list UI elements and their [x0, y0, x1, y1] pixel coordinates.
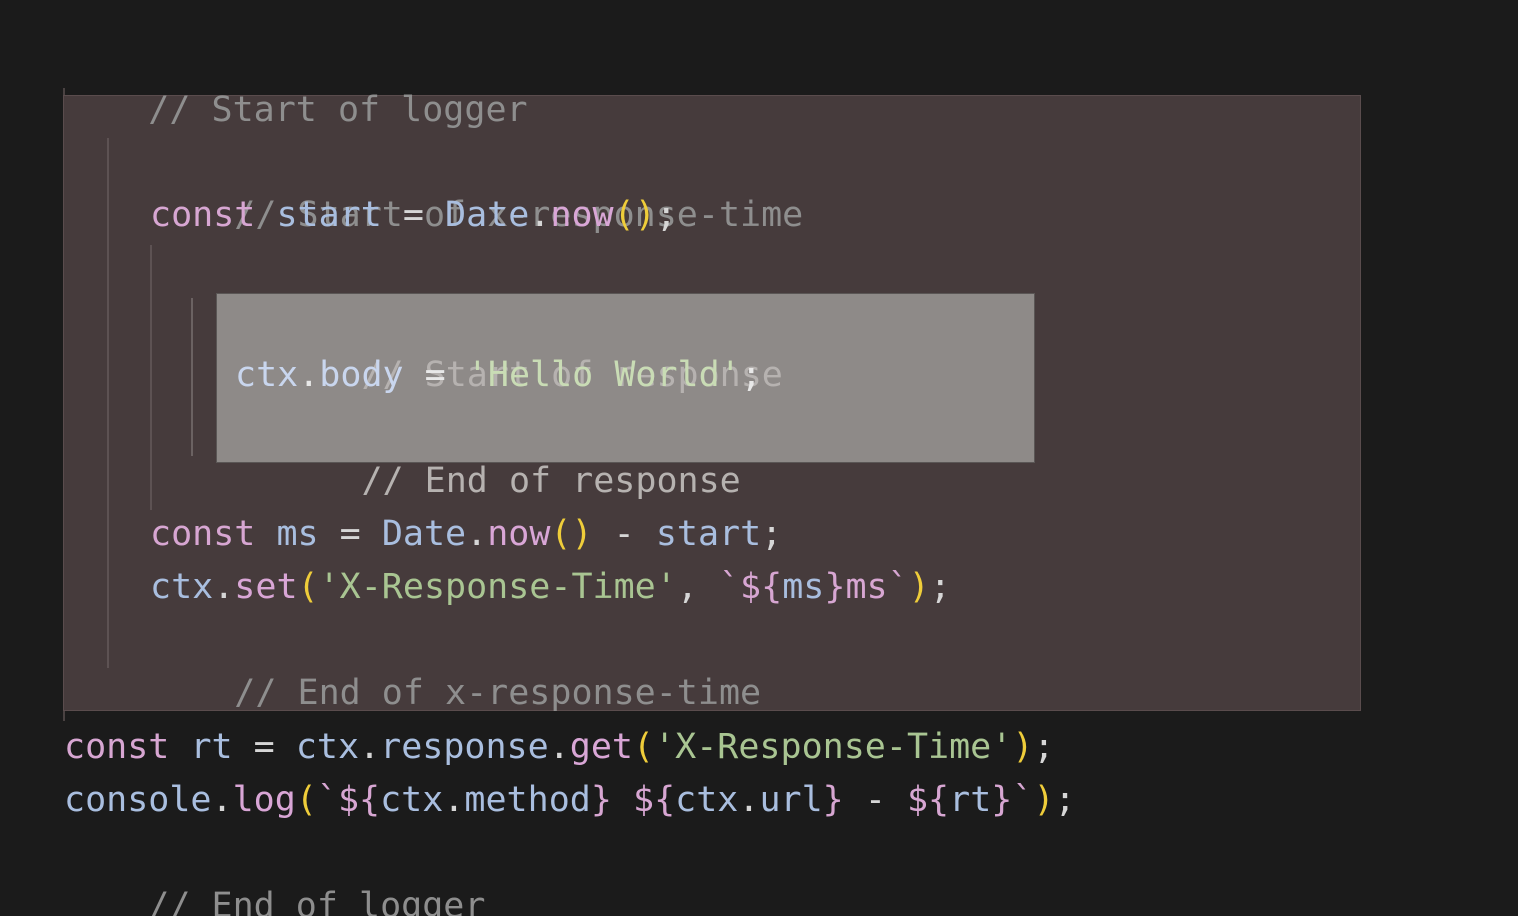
identifier: ms — [276, 514, 319, 554]
template-delimiter: ${ — [633, 780, 676, 820]
comment: // End of logger — [148, 886, 486, 916]
paren-open: ( — [297, 567, 319, 607]
punctuation: . — [529, 195, 551, 235]
indent-guide — [191, 298, 193, 456]
punctuation: . — [211, 780, 233, 820]
property: response — [380, 727, 549, 767]
string-literal: 'X-Response-Time' — [318, 567, 677, 607]
identifier: console — [64, 780, 212, 820]
property: body — [319, 355, 404, 395]
paren-close: ) — [908, 567, 930, 607]
code-line-7[interactable]: const ms = Date.now() - start; — [150, 508, 782, 561]
semicolon: ; — [1054, 780, 1076, 820]
code-line-12[interactable]: // End of logger — [64, 827, 485, 916]
code-line-2[interactable]: // Start of x-response-time — [150, 136, 803, 235]
punctuation: . — [213, 567, 235, 607]
punctuation: . — [443, 780, 465, 820]
property: url — [759, 780, 823, 820]
identifier: ctx — [675, 780, 739, 820]
paren-open: ( — [295, 780, 317, 820]
property: method — [464, 780, 591, 820]
code-line-6[interactable]: // End of response — [235, 402, 740, 501]
punctuation: . — [466, 514, 488, 554]
operator: = — [253, 727, 275, 767]
paren-close: ) — [1033, 780, 1055, 820]
function-name: get — [569, 727, 633, 767]
keyword: const — [150, 514, 256, 554]
identifier: Date — [445, 195, 530, 235]
identifier: ms — [782, 567, 825, 607]
identifier: ctx — [150, 567, 214, 607]
semicolon: ; — [740, 355, 762, 395]
identifier: ctx — [235, 355, 299, 395]
function-name: set — [234, 567, 298, 607]
identifier: Date — [381, 514, 467, 554]
semicolon: ; — [1033, 727, 1055, 767]
code-line-8[interactable]: ctx.set('X-Response-Time', `${ms}ms`); — [150, 561, 951, 614]
identifier: rt — [949, 780, 992, 820]
keyword: const — [150, 195, 256, 235]
template-delimiter: }` — [991, 780, 1034, 820]
operator: = — [402, 195, 424, 235]
identifier: start — [276, 195, 382, 235]
template-text: ms` — [845, 567, 909, 607]
semicolon: ; — [929, 567, 951, 607]
parens: () — [550, 514, 593, 554]
code-line-4[interactable]: // Start of response — [235, 296, 782, 395]
string-literal: 'X-Response-Time' — [654, 727, 1013, 767]
indent-guide — [107, 138, 109, 668]
comment: // End of x-response-time — [234, 673, 762, 713]
punctuation: . — [359, 727, 381, 767]
semicolon: ; — [761, 514, 783, 554]
function-name: now — [550, 195, 614, 235]
comment: // Start of logger — [148, 90, 528, 130]
code-line-9[interactable]: // End of x-response-time — [150, 614, 761, 713]
operator: - — [613, 514, 635, 554]
identifier: ctx — [295, 727, 360, 767]
function-name: log — [232, 780, 296, 820]
template-delimiter: } — [824, 567, 846, 607]
code-line-3[interactable]: const start = Date.now(); — [150, 189, 677, 242]
template-delimiter: } — [590, 780, 612, 820]
punctuation: . — [738, 780, 760, 820]
operator: = — [339, 514, 361, 554]
function-name: now — [487, 514, 551, 554]
identifier: rt — [190, 727, 233, 767]
template-delimiter: `${ — [718, 567, 783, 607]
keyword: const — [64, 727, 170, 767]
paren-open: ( — [633, 727, 655, 767]
operator: = — [424, 355, 446, 395]
identifier: ctx — [380, 780, 444, 820]
template-delimiter: ${ — [906, 780, 950, 820]
identifier: start — [655, 514, 762, 554]
code-line-5[interactable]: ctx.body = 'Hello World'; — [235, 349, 762, 402]
paren-close: ) — [1012, 727, 1034, 767]
comma: , — [676, 567, 698, 607]
semicolon: ; — [655, 195, 677, 235]
punctuation: . — [548, 727, 570, 767]
string-literal: 'Hello World' — [466, 355, 741, 395]
punctuation: . — [298, 355, 320, 395]
comment: // End of response — [361, 461, 741, 501]
parens: () — [613, 195, 656, 235]
code-line-11[interactable]: console.log(`${ctx.method} ${ctx.url} - … — [64, 774, 1076, 827]
template-delimiter: } — [822, 780, 844, 820]
template-delimiter: `${ — [316, 780, 381, 820]
operator: - — [864, 780, 886, 820]
code-line-1[interactable]: // Start of logger — [64, 31, 527, 130]
code-line-10[interactable]: const rt = ctx.response.get('X-Response-… — [64, 721, 1054, 774]
